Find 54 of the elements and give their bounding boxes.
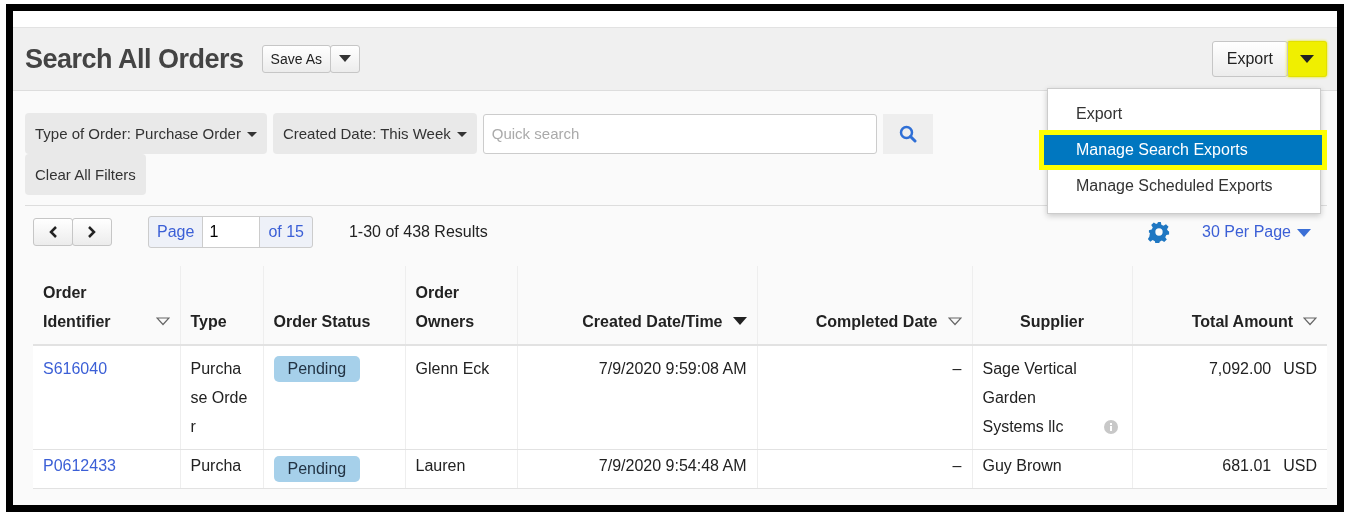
column-header[interactable]: Created Date/Time bbox=[517, 266, 757, 345]
amount: 7,092.00 bbox=[1208, 360, 1272, 377]
currency: USD bbox=[1283, 457, 1317, 474]
per-page-dropdown[interactable]: 30 Per Page bbox=[1196, 222, 1317, 242]
amount: 681.01 bbox=[1222, 457, 1272, 474]
table-cell: Lauren bbox=[415, 457, 466, 474]
save-as-dropdown-button[interactable] bbox=[330, 45, 360, 73]
search-icon bbox=[898, 124, 917, 143]
caret-icon bbox=[1297, 228, 1311, 237]
next-page-button[interactable] bbox=[72, 218, 112, 246]
menu-item[interactable]: Export bbox=[1048, 97, 1320, 131]
table-cell: Glenn Eck bbox=[415, 360, 490, 377]
search-button[interactable] bbox=[882, 113, 933, 154]
table-cell-text: Sage Vertical Garden Systems llc bbox=[982, 359, 1078, 437]
column-header[interactable]: Total Amount bbox=[1132, 266, 1327, 345]
table-cell: Guy Brown bbox=[982, 456, 1062, 476]
table-cell: – bbox=[952, 457, 962, 474]
column-header: Order Status bbox=[263, 266, 405, 345]
page-count: of 15 bbox=[267, 222, 305, 242]
status-badge: Pending bbox=[273, 356, 361, 382]
search-field[interactable]: Quick search bbox=[482, 113, 877, 154]
save-as-button[interactable]: Save As bbox=[261, 45, 331, 73]
table-cell-text: Purcha se Order bbox=[190, 359, 249, 437]
currency: USD bbox=[1283, 360, 1317, 377]
caret-icon bbox=[339, 55, 351, 63]
filter-dropdown[interactable]: Type of Order: Purchase Order bbox=[25, 113, 267, 154]
export-button[interactable]: Export bbox=[1211, 41, 1288, 77]
status-badge: Pending bbox=[273, 456, 361, 482]
column-header: Order Owners bbox=[405, 266, 517, 345]
table-cell: 7/9/2020 9:54:48 AM bbox=[598, 457, 747, 474]
table-cell: Purcha bbox=[190, 456, 242, 476]
page-title: Search All Orders bbox=[25, 43, 244, 75]
order-id-link[interactable]: P0612433 bbox=[43, 457, 116, 474]
column-header: Supplier bbox=[972, 266, 1132, 345]
settings-icon[interactable] bbox=[1148, 221, 1171, 243]
page-number-field[interactable]: 1 bbox=[202, 217, 261, 247]
menu-item[interactable]: Manage Scheduled Exports bbox=[1048, 169, 1320, 203]
previous-page-button[interactable] bbox=[33, 218, 73, 246]
export-dropdown-button[interactable] bbox=[1287, 41, 1327, 77]
column-header: Type bbox=[180, 266, 263, 345]
caret-icon bbox=[246, 132, 257, 139]
filter-dropdown[interactable]: Created Date: This Week bbox=[272, 113, 477, 154]
results-count: 1-30 of 438 Results bbox=[348, 223, 488, 241]
column-header[interactable]: Completed Date bbox=[757, 266, 972, 345]
column-header[interactable]: Order Identifier bbox=[33, 266, 180, 345]
chevron-left-icon bbox=[48, 225, 58, 239]
clear-filters-button[interactable]: Clear All Filters bbox=[25, 154, 146, 195]
table-cell: 7/9/2020 9:59:08 AM bbox=[598, 360, 747, 377]
chevron-right-icon bbox=[87, 225, 97, 239]
caret-icon bbox=[456, 132, 467, 139]
order-id-link[interactable]: S616040 bbox=[43, 360, 108, 377]
table-cell: – bbox=[952, 360, 962, 377]
page-label: Page bbox=[156, 222, 196, 242]
caret-icon bbox=[1300, 55, 1314, 63]
